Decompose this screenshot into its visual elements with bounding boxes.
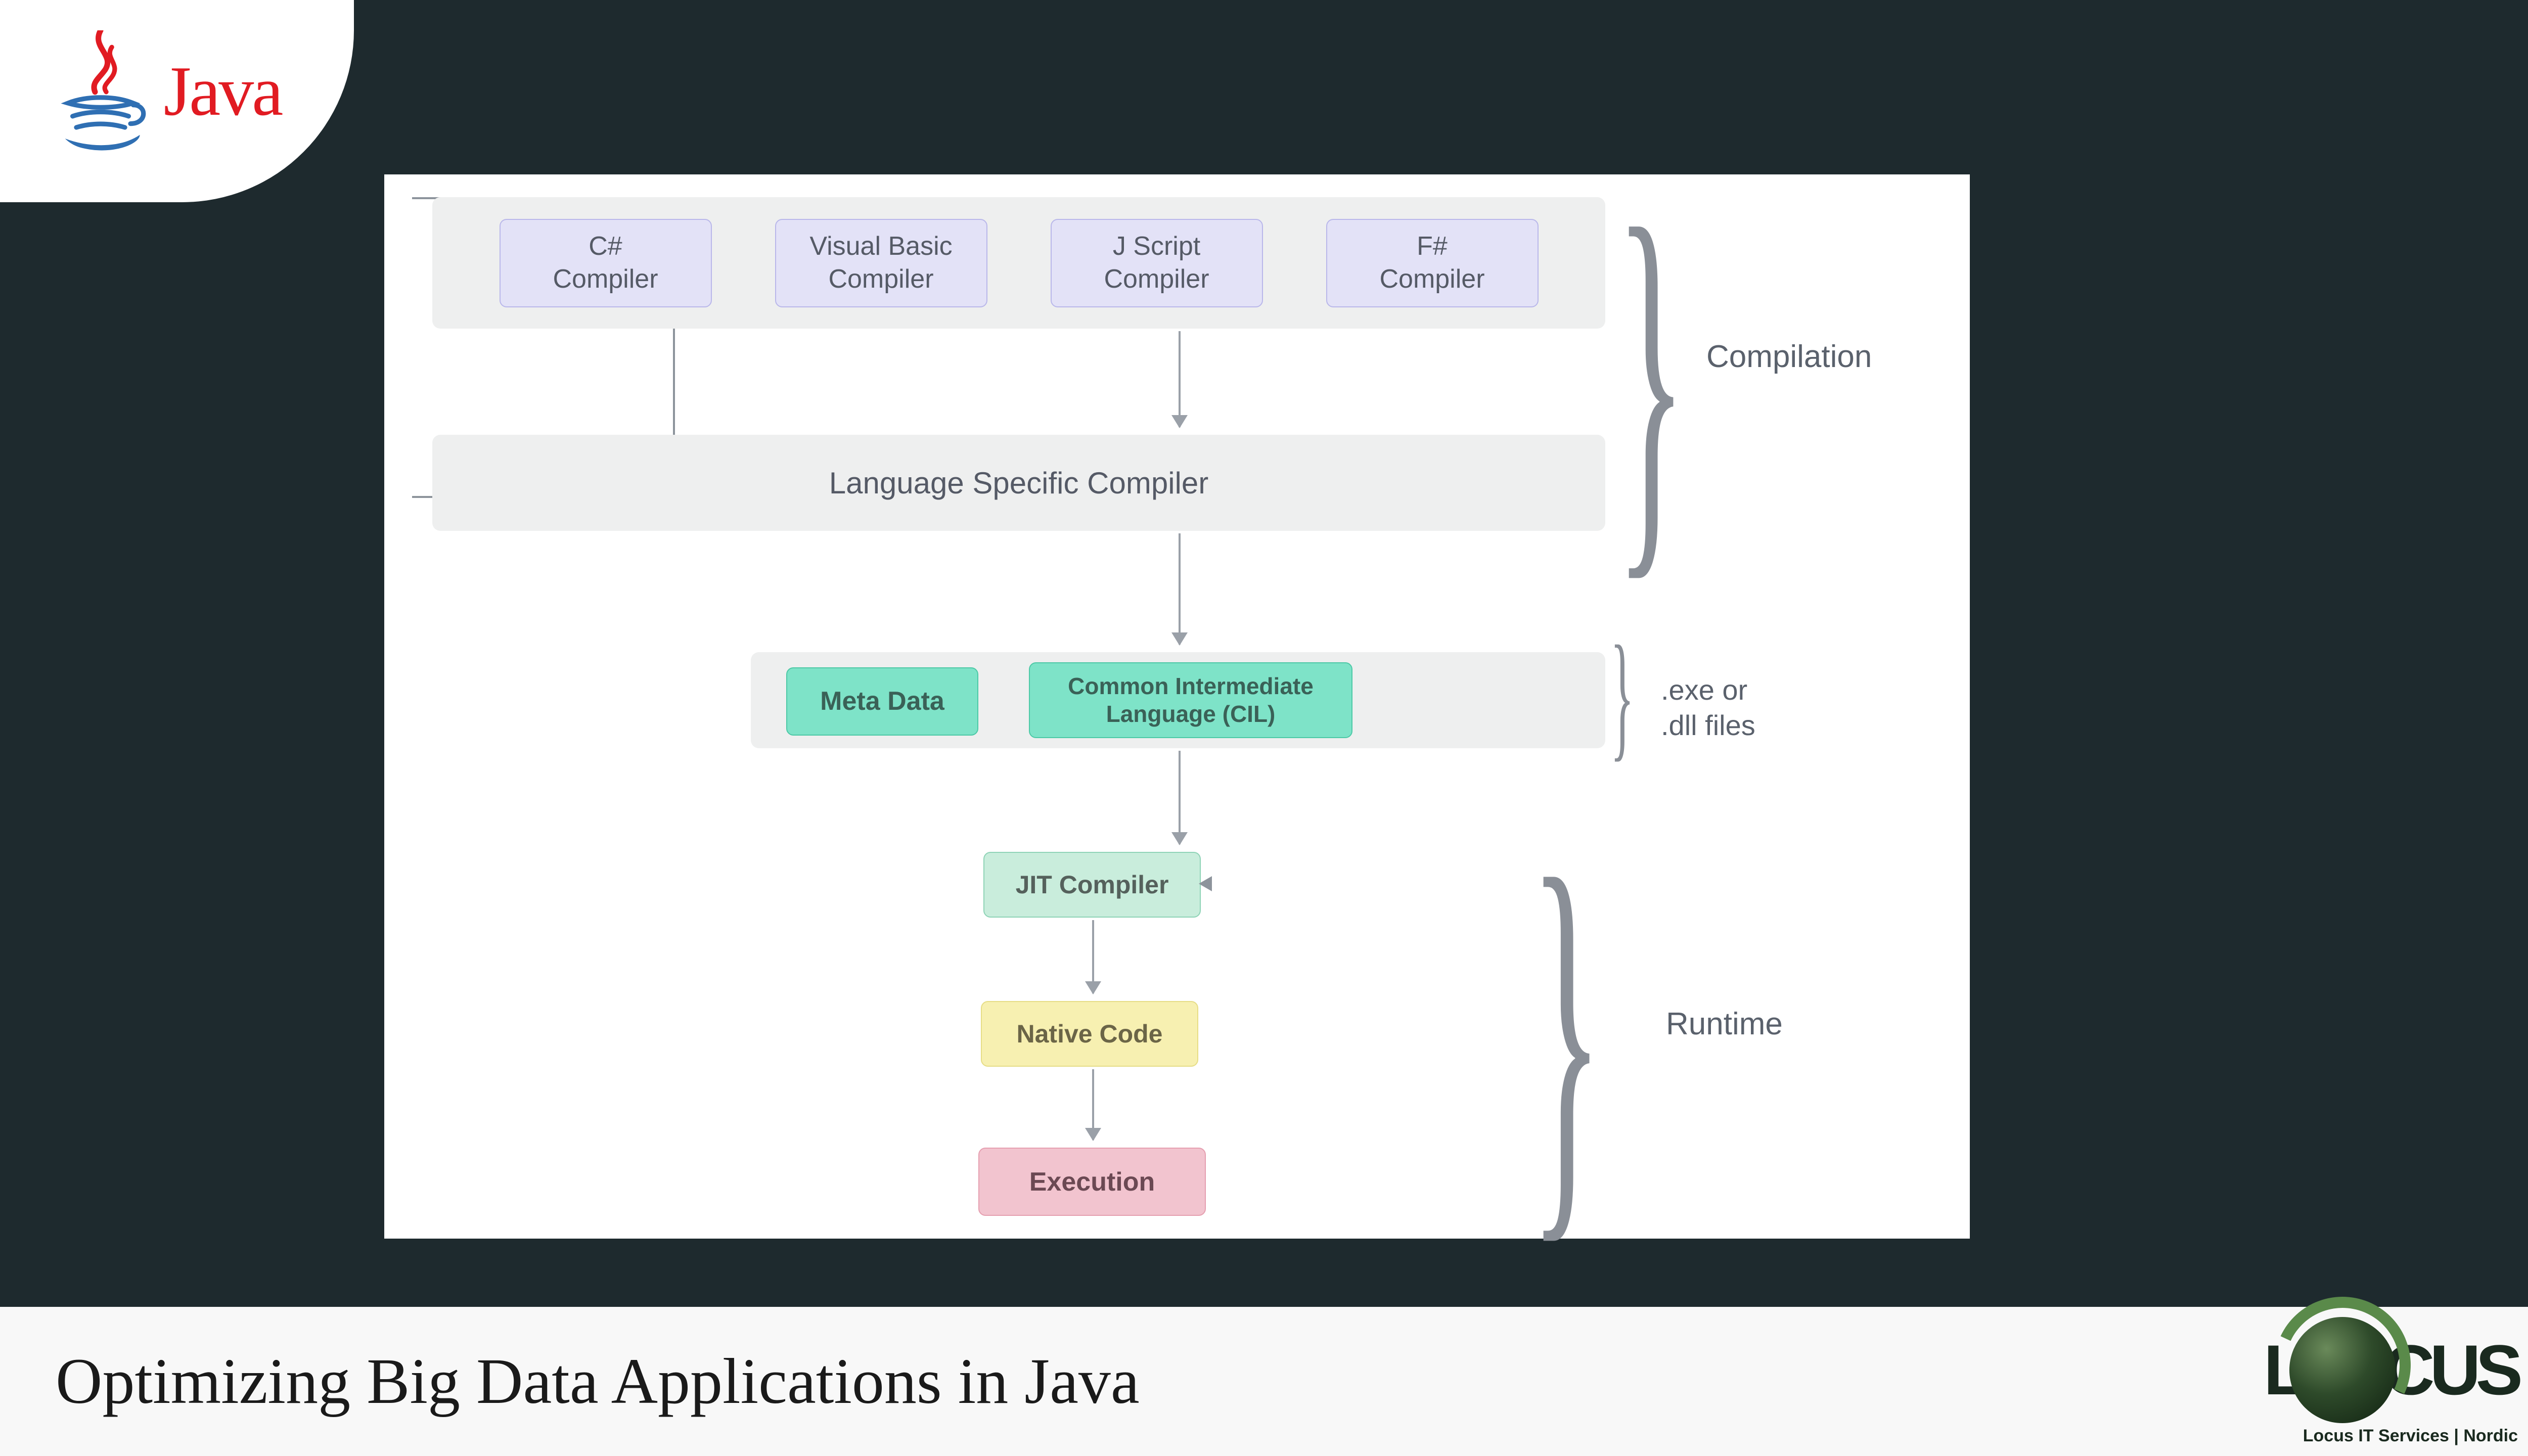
native-box: Native Code [981, 1001, 1198, 1067]
compiler-box: Visual Basic Compiler [775, 219, 987, 307]
java-wordmark: Java [164, 51, 282, 132]
native-label: Native Code [1017, 1019, 1163, 1049]
meta-data-box: Meta Data [786, 667, 978, 736]
locus-logo: L CUS Locus IT Services | Nordic [2264, 1317, 2518, 1446]
globe-icon [2289, 1317, 2396, 1423]
compiler-label: J Script Compiler [1104, 230, 1209, 296]
execution-label: Execution [1029, 1167, 1155, 1197]
arrow-icon [1179, 751, 1181, 844]
compiler-label: C# Compiler [553, 230, 658, 296]
compiler-label: Visual Basic Compiler [809, 230, 952, 296]
cil-box: Common Intermediate Language (CIL) [1029, 662, 1352, 738]
arrow-icon [1179, 533, 1181, 645]
footer-bar: Optimizing Big Data Applications in Java… [0, 1307, 2528, 1456]
arrow-icon [1179, 331, 1181, 427]
meta-label: Meta Data [820, 686, 944, 717]
annotation-compilation: Compilation [1706, 339, 1872, 375]
brace-icon: } [1529, 870, 1603, 1200]
jit-box: JIT Compiler [983, 852, 1201, 918]
brace-icon: } [1610, 642, 1634, 748]
execution-box: Execution [978, 1148, 1206, 1216]
cil-label: Common Intermediate Language (CIL) [1068, 672, 1314, 728]
compiler-box: F# Compiler [1326, 219, 1539, 307]
arrow-icon [1092, 1069, 1094, 1140]
diagram-panel: C# Compiler Visual Basic Compiler J Scri… [384, 174, 1970, 1239]
lang-specific-band: Language Specific Compiler [432, 435, 1605, 531]
compiler-box: J Script Compiler [1051, 219, 1263, 307]
jit-label: JIT Compiler [1016, 870, 1169, 899]
arrow-left-icon [1199, 876, 1212, 891]
compiler-label: F# Compiler [1379, 230, 1484, 296]
java-logo-badge: Java [0, 0, 354, 202]
annotation-runtime: Runtime [1666, 1006, 1783, 1042]
java-cup-icon [53, 30, 149, 152]
brace-icon: } [1615, 219, 1687, 537]
compilers-row: C# Compiler Visual Basic Compiler J Scri… [432, 197, 1605, 329]
page-title: Optimizing Big Data Applications in Java [56, 1344, 1140, 1419]
compiler-box: C# Compiler [500, 219, 712, 307]
annotation-files: .exe or .dll files [1661, 672, 1755, 743]
lang-specific-label: Language Specific Compiler [829, 466, 1208, 500]
arrow-icon [1092, 920, 1094, 993]
